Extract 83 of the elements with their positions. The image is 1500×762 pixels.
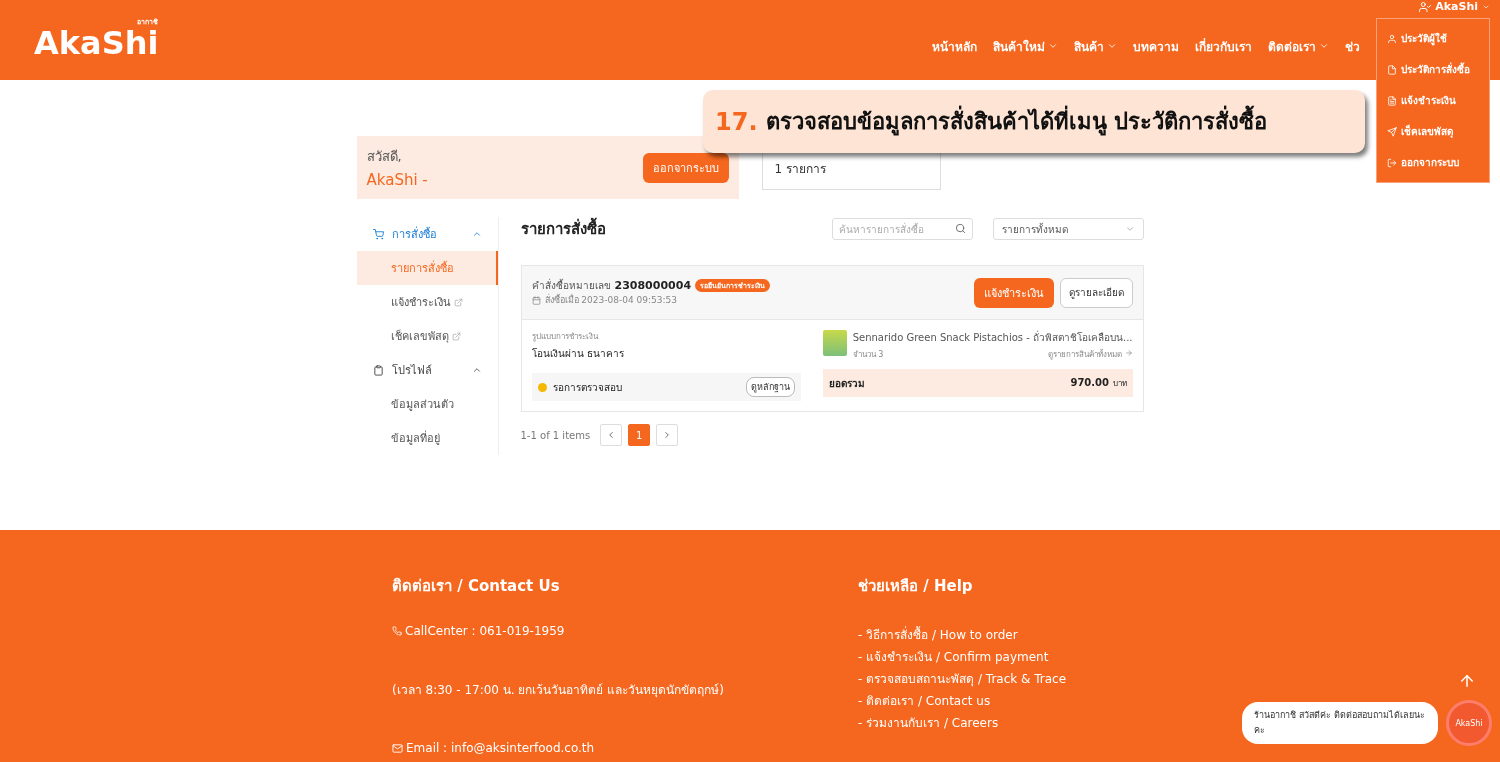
- menu-item[interactable]: ออกจากระบบ: [1377, 147, 1489, 178]
- send-icon: [1387, 126, 1397, 137]
- logout-icon: [1387, 157, 1397, 168]
- payment-label: รูปแบบการชำระเงิน: [531, 331, 599, 343]
- menu-item[interactable]: ประวัติผู้ใช้: [1377, 23, 1489, 54]
- sidebar-group[interactable]: โปรไฟล์: [356, 353, 498, 387]
- arrow-right-icon: [1124, 349, 1133, 357]
- external-link-icon: [453, 297, 463, 307]
- nav-link[interactable]: สินค้าใหม่: [993, 36, 1058, 56]
- filter-select[interactable]: รายการทั้งหมด: [992, 218, 1144, 240]
- external-link-icon: [451, 331, 461, 341]
- hours-text: (เวลา 8:30 - 17:00 น. ยกเว้นวันอาทิตย์ และวันหยุดนักขัตฤกษ์): [392, 682, 725, 699]
- file-icon: [1387, 64, 1397, 75]
- nav-link[interactable]: ช่ว: [1345, 36, 1360, 56]
- calendar-icon: [531, 295, 541, 305]
- nav-link[interactable]: เกี่ยวกับเรา: [1195, 36, 1252, 56]
- chevron-down-icon: [1048, 41, 1058, 51]
- phone-text: CallCenter : 061-019-1959: [392, 624, 858, 638]
- chevron-up-icon: [471, 229, 482, 239]
- email-text: Email : info@aksinterfood.co.th: [392, 741, 858, 755]
- chevron-down-icon: [1107, 41, 1117, 51]
- menu-item[interactable]: แจ้งชำระเงิน: [1377, 85, 1489, 116]
- menu-item[interactable]: ประวัติการสั่งซื้อ: [1377, 54, 1489, 85]
- order-date: สั่งซื้อเมื่อ 2023-08-04 09:53:53: [544, 293, 677, 307]
- product-thumbnail: [822, 330, 847, 356]
- greeting-text: สวัสดี,: [366, 148, 403, 166]
- sidebar-item[interactable]: ข้อมูลที่อยู่: [356, 421, 498, 455]
- sidebar-item[interactable]: เช็คเลขพัสดุ: [356, 319, 498, 353]
- footer-heading: ช่วยเหลือ / Help: [858, 576, 974, 597]
- product-name: Sennarido Green Snack Pistachios - ถั่วพิสตาชิโอเคลือบน...: [852, 330, 1133, 345]
- back-to-top-icon[interactable]: [1458, 672, 1476, 690]
- cart-icon: [372, 228, 384, 240]
- view-evidence-button[interactable]: ดูหลักฐาน: [745, 377, 795, 397]
- payment-method: โอนเงินผ่าน ธนาคาร: [531, 347, 625, 361]
- logout-button[interactable]: ออกจากระบบ: [642, 152, 729, 183]
- view-all-products-link[interactable]: ดูรายการสินค้าทั้งหมด: [1047, 348, 1133, 361]
- footer-link[interactable]: - แจ้งชำระเงิน / Confirm payment: [858, 646, 1158, 668]
- sidebar-item[interactable]: แจ้งชำระเงิน: [356, 285, 498, 319]
- confirm-payment-button[interactable]: แจ้งชำระเงิน: [973, 277, 1054, 308]
- footer-link[interactable]: - ตรวจสอบสถานะพัสดุ / Track & Trace: [858, 668, 1158, 690]
- sidebar-item[interactable]: รายการสั่งซื้อ: [356, 251, 498, 285]
- nav-link[interactable]: บทความ: [1133, 36, 1179, 56]
- order-count: 1 รายการ: [774, 161, 827, 178]
- chat-bubble: ร้านอากาชิ สวัสดีค่ะ ติดต่อสอบถามได้เลยนะคะ: [1242, 702, 1438, 744]
- nav-link[interactable]: สินค้า: [1074, 36, 1117, 56]
- user-icon: [1387, 33, 1397, 44]
- menu-item[interactable]: เช็คเลขพัสดุ: [1377, 116, 1489, 147]
- order-number: 2308000004: [614, 279, 692, 292]
- footer-link[interactable]: - ร่วมงานกับเรา / Careers: [858, 712, 1158, 734]
- chat-avatar[interactable]: AkaShi: [1446, 700, 1492, 746]
- doc-icon: [1387, 95, 1397, 106]
- payment-status: รอการตรวจสอบ: [552, 380, 623, 395]
- search-field[interactable]: ค้นหารายการสั่งซื้อ: [831, 218, 973, 240]
- footer-link[interactable]: - ติดต่อเรา / Contact us: [858, 690, 1158, 712]
- search-icon: [954, 223, 966, 234]
- nav-link[interactable]: ติดต่อเรา: [1268, 36, 1329, 56]
- page-title: รายการสั่งซื้อ: [520, 217, 832, 241]
- next-page-button[interactable]: [656, 424, 679, 446]
- product-quantity: จำนวน 3: [852, 349, 884, 361]
- total-label: ยอดรวม: [828, 376, 865, 391]
- chevron-down-icon: [1124, 224, 1135, 234]
- page-button[interactable]: 1: [628, 424, 651, 446]
- pagination-summary: 1-1 of 1 items: [520, 429, 591, 441]
- instruction-text: ตรวจสอบข้อมูลการสั่งสินค้าได้ที่เมนู ประวัติการสั่งซื้อ: [765, 104, 1268, 139]
- footer-heading: ติดต่อเรา / Contact Us: [392, 576, 561, 597]
- sidebar-item[interactable]: ข้อมูลส่วนตัว: [356, 387, 498, 421]
- previous-page-button[interactable]: [600, 424, 623, 446]
- order-number-label: คำสั่งซื้อหมายเลข: [531, 278, 611, 293]
- chevron-up-icon: [471, 365, 482, 375]
- view-details-button[interactable]: ดูรายละเอียด: [1059, 277, 1133, 308]
- footer-link[interactable]: - วิธีการสั่งซื้อ / How to order: [858, 624, 1158, 646]
- phone-icon: [392, 626, 402, 636]
- user-check-icon: [1419, 0, 1432, 13]
- mail-icon: [392, 742, 403, 754]
- user-name: AkaShi -: [366, 171, 428, 189]
- sidebar-group[interactable]: การสั่งซื้อ: [356, 217, 498, 251]
- clipboard-icon: [372, 364, 384, 376]
- user-menu-toggle[interactable]: AkaShi: [1419, 0, 1490, 13]
- nav-link[interactable]: หน้าหลัก: [932, 36, 977, 56]
- chevron-down-icon: [1319, 41, 1329, 51]
- total-amount: 970.00 บาท: [1070, 376, 1127, 390]
- step-number: 17.: [715, 107, 758, 136]
- pending-dot-icon: [537, 382, 547, 392]
